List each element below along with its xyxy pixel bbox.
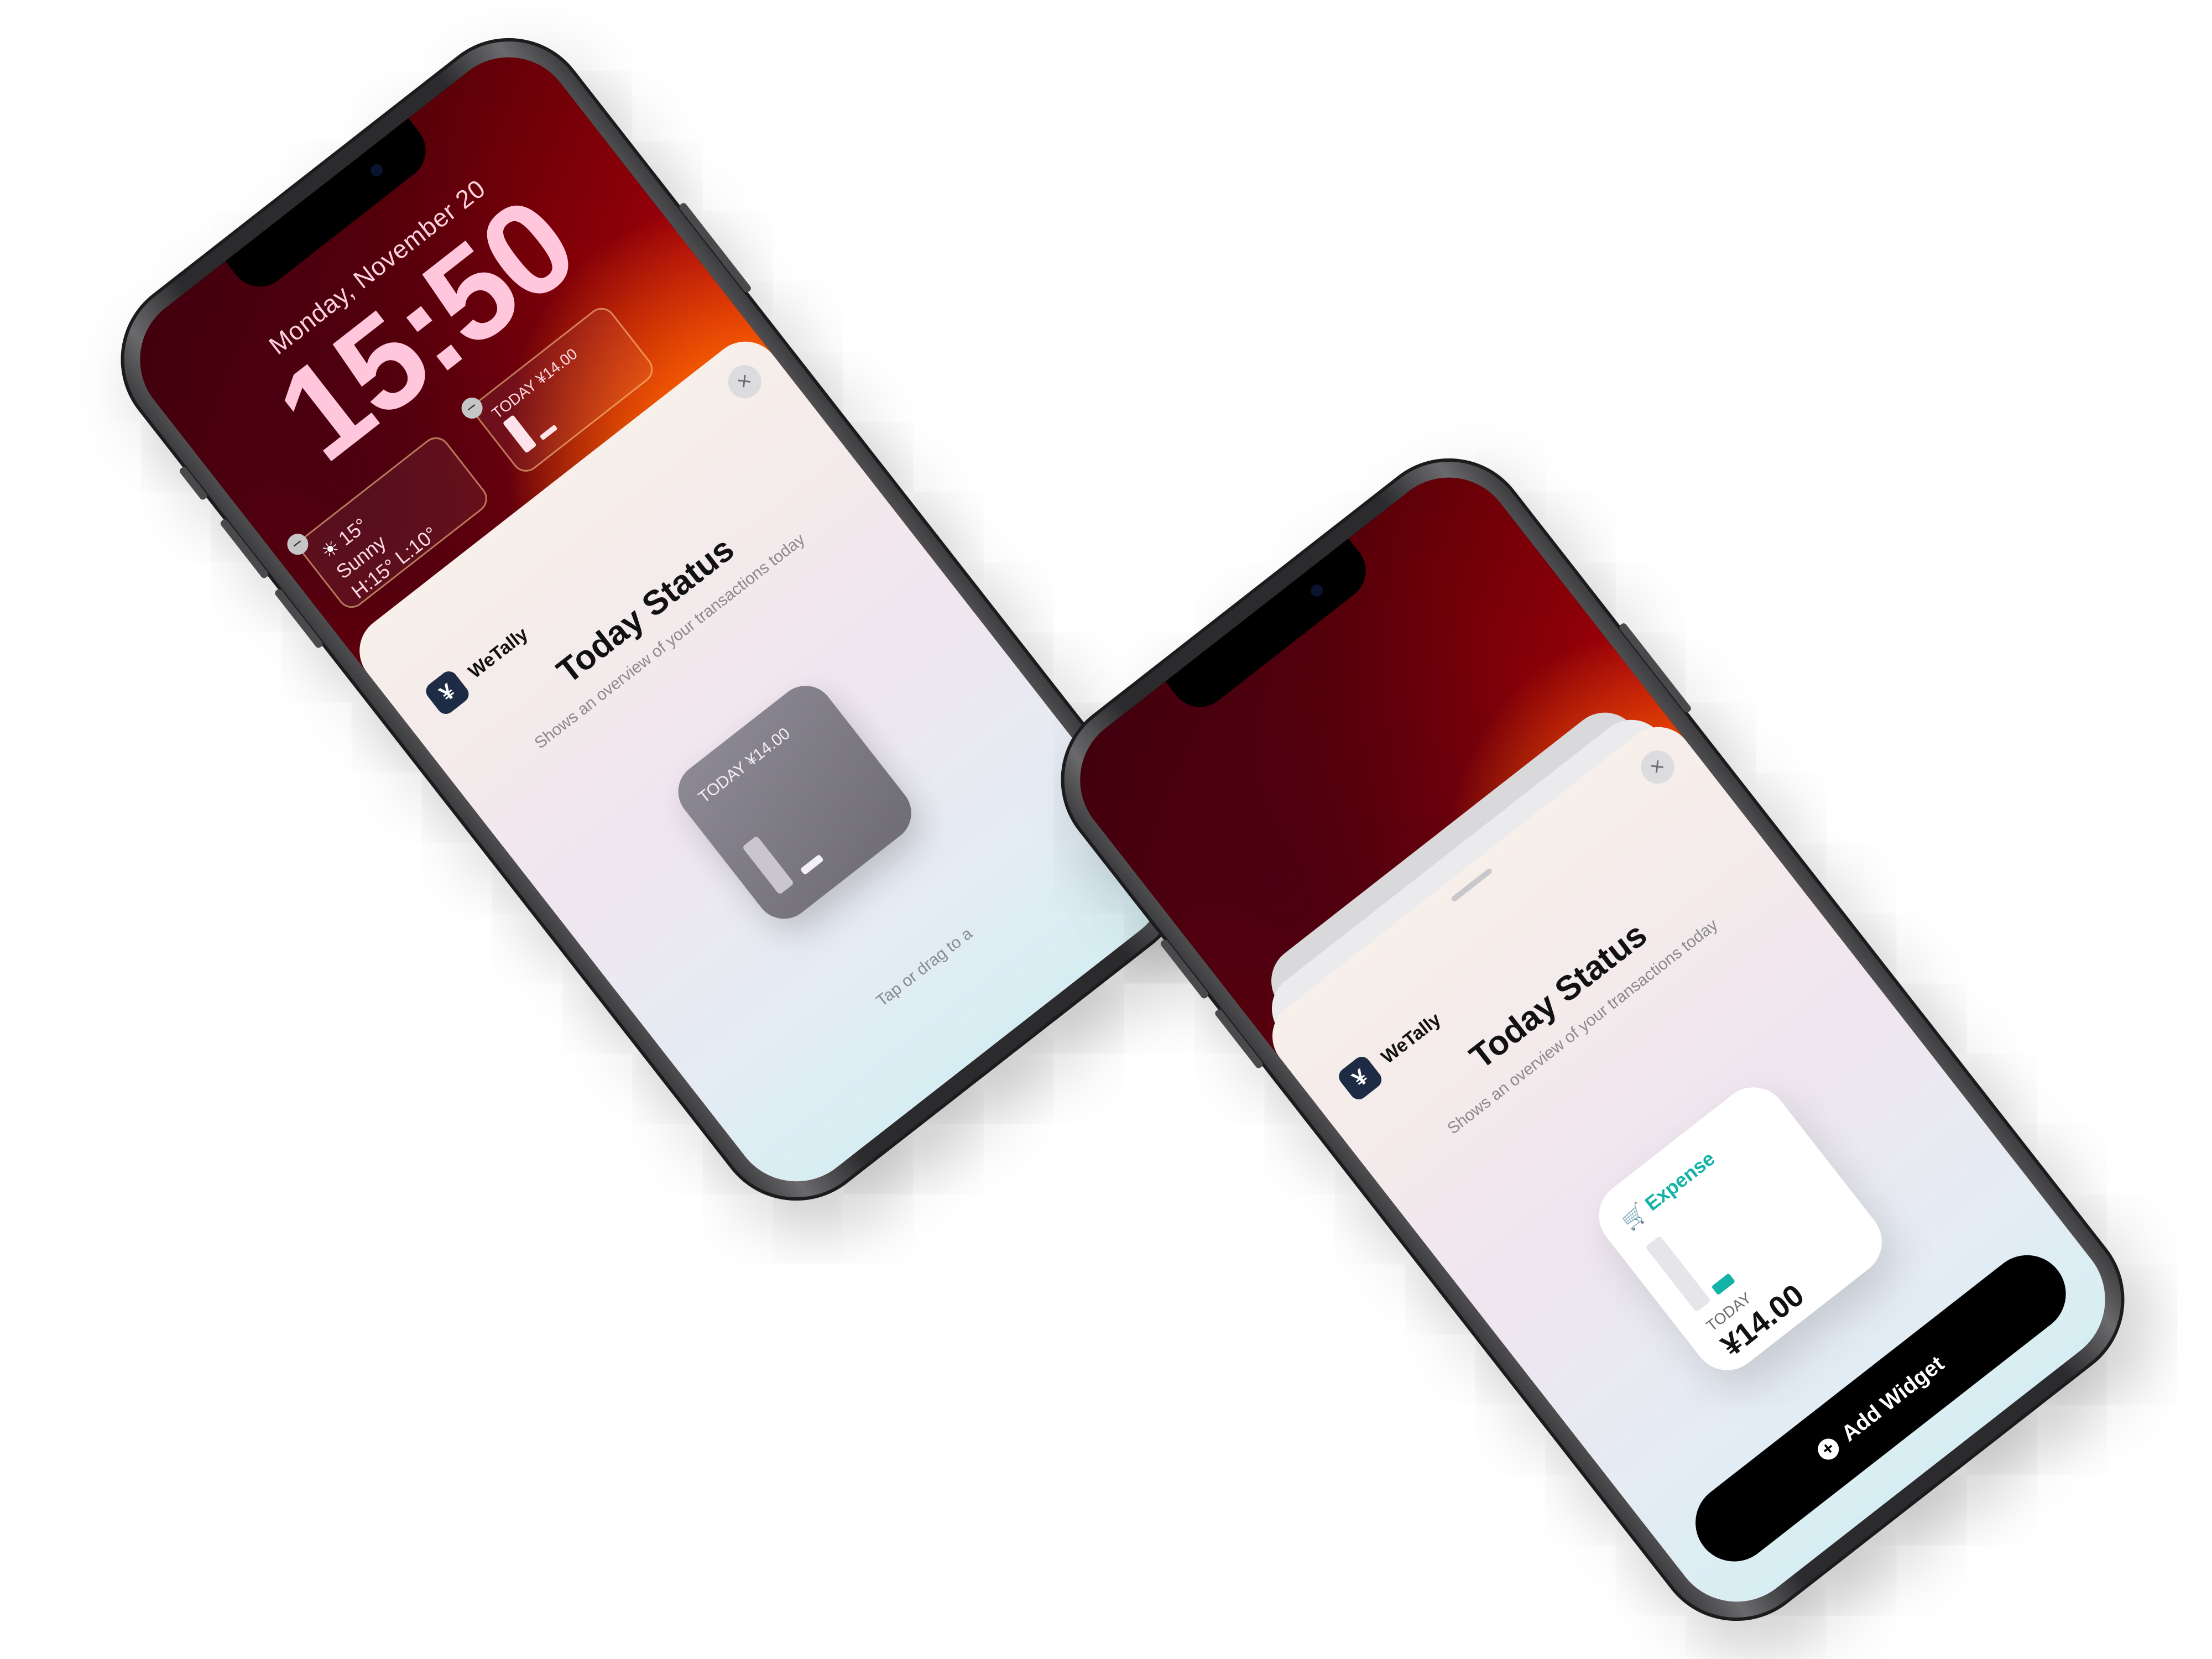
today-bar xyxy=(502,414,537,453)
expense-fill xyxy=(1711,1273,1736,1296)
plus-icon: + xyxy=(1813,1434,1844,1464)
add-widget-label: Add Widget xyxy=(1837,1351,1949,1446)
close-icon[interactable]: × xyxy=(721,358,768,405)
preview-dash xyxy=(800,854,824,875)
close-icon[interactable]: × xyxy=(1634,744,1681,791)
app-name: WeTally xyxy=(464,623,532,682)
right-screen: × ¥ WeTally Today Status Shows an overvi… xyxy=(1053,451,2132,1628)
preview-bar xyxy=(742,835,795,895)
expense-bar xyxy=(1645,1235,1712,1313)
camera-icon xyxy=(1308,582,1326,599)
today-dash xyxy=(539,424,558,441)
preview-label: TODAY ¥14.00 xyxy=(695,724,794,807)
widget-preview[interactable]: TODAY ¥14.00 xyxy=(666,674,923,931)
expense-label: Expense xyxy=(1640,1146,1719,1215)
action-button xyxy=(178,466,208,502)
expense-category: 🛒Expense xyxy=(1618,1147,1719,1234)
right-phone: × ¥ WeTally Today Status Shows an overvi… xyxy=(1027,425,2158,1655)
camera-icon xyxy=(368,161,385,179)
left-screen: Monday, November 20 15:50 − ☀15° Sunny H… xyxy=(113,31,1192,1208)
left-phone: Monday, November 20 15:50 − ☀15° Sunny H… xyxy=(87,4,1218,1234)
app-name: WeTally xyxy=(1377,1008,1445,1068)
expense-widget-preview[interactable]: 🛒Expense TODAY ¥14.00 xyxy=(1585,1073,1896,1384)
wetally-app-icon: ¥ xyxy=(422,667,472,718)
wetally-app-icon: ¥ xyxy=(1335,1053,1385,1103)
